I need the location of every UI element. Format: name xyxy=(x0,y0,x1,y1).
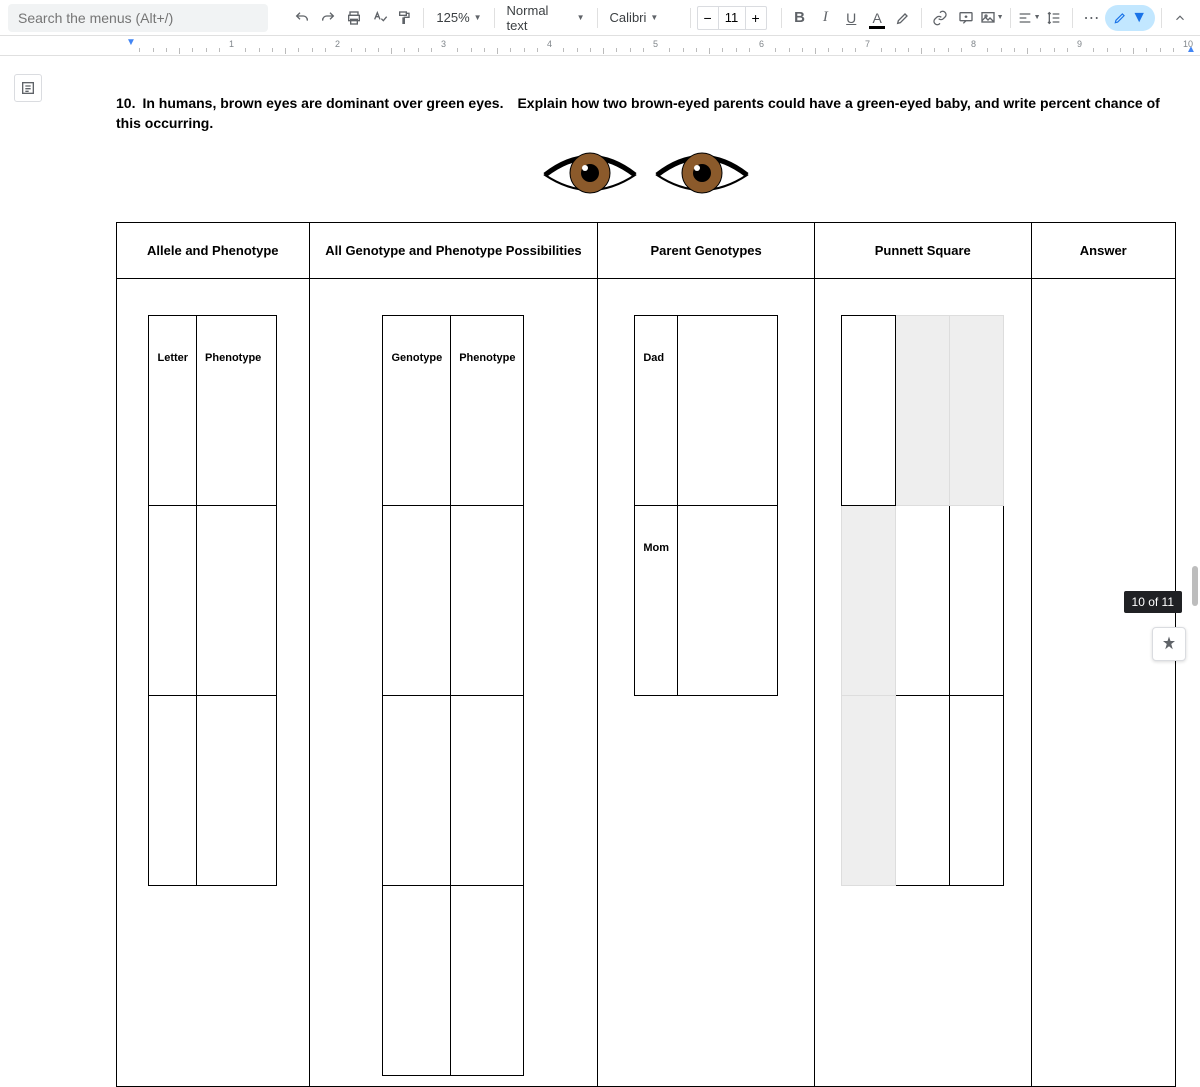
parent-dad-val[interactable] xyxy=(677,316,777,506)
p-top1[interactable] xyxy=(896,316,950,506)
paint-format-button[interactable] xyxy=(394,6,418,30)
geno-r1c1[interactable] xyxy=(383,506,451,696)
zoom-dropdown[interactable]: 125%▼ xyxy=(430,6,487,29)
ruler-number: 10 xyxy=(1183,39,1193,49)
font-size-value[interactable]: 11 xyxy=(718,7,746,29)
ruler-number: 3 xyxy=(441,39,446,49)
header-allele[interactable]: Allele and Phenotype xyxy=(117,223,310,279)
p-21[interactable] xyxy=(896,696,950,886)
insert-link-button[interactable] xyxy=(928,6,952,30)
geno-r1c2[interactable] xyxy=(451,506,524,696)
geno-table[interactable]: GenotypePhenotype xyxy=(382,315,524,1076)
bold-button[interactable]: B xyxy=(788,6,812,30)
text-color-button[interactable]: A xyxy=(865,6,889,30)
cell-allele[interactable]: LetterPhenotype xyxy=(117,279,310,1087)
eyes-image xyxy=(116,145,1176,206)
document-page: 10. In humans, brown eyes are dominant o… xyxy=(116,94,1176,1087)
ruler-number: 4 xyxy=(547,39,552,49)
header-parent[interactable]: Parent Genotypes xyxy=(598,223,815,279)
redo-button[interactable] xyxy=(316,6,340,30)
ruler-number: 8 xyxy=(971,39,976,49)
allele-r2c2[interactable] xyxy=(197,696,277,886)
cell-parent[interactable]: Dad Mom xyxy=(598,279,815,1087)
ruler: ▼ ▲ 12345678910 xyxy=(0,36,1200,56)
insert-image-button[interactable]: ▼ xyxy=(980,6,1004,30)
editing-mode-button[interactable]: ▼ xyxy=(1105,5,1155,31)
geno-r3c1[interactable] xyxy=(383,886,451,1076)
ruler-number: 5 xyxy=(653,39,658,49)
main-table[interactable]: Allele and Phenotype All Genotype and Ph… xyxy=(116,222,1176,1087)
left-sidebar xyxy=(0,56,56,675)
punnett-square[interactable] xyxy=(841,315,1004,886)
allele-table[interactable]: LetterPhenotype xyxy=(148,315,277,886)
ruler-number: 7 xyxy=(865,39,870,49)
cell-answer[interactable] xyxy=(1031,279,1175,1087)
line-spacing-button[interactable] xyxy=(1043,6,1067,30)
parent-dad-label[interactable]: Dad xyxy=(635,316,678,506)
eye-right-icon xyxy=(652,145,752,206)
ruler-number: 1 xyxy=(229,39,234,49)
workspace: 10. In humans, brown eyes are dominant o… xyxy=(0,56,1200,675)
explore-button[interactable] xyxy=(1152,627,1186,661)
p-12[interactable] xyxy=(950,506,1004,696)
eye-left-icon xyxy=(540,145,640,206)
allele-r1c1[interactable] xyxy=(149,506,197,696)
p-22[interactable] xyxy=(950,696,1004,886)
ruler-number: 9 xyxy=(1077,39,1082,49)
toolbar: 125%▼ Normal text▼ Calibri▼ − 11 + B I U… xyxy=(0,0,1200,36)
p-top2[interactable] xyxy=(950,316,1004,506)
underline-button[interactable]: U xyxy=(839,6,863,30)
font-size-increase[interactable]: + xyxy=(746,7,766,29)
print-button[interactable] xyxy=(342,6,366,30)
search-input[interactable] xyxy=(8,4,268,32)
ruler-number: 6 xyxy=(759,39,764,49)
parent-mom-label[interactable]: Mom xyxy=(635,506,678,696)
document-area[interactable]: 10. In humans, brown eyes are dominant o… xyxy=(56,56,1200,675)
header-all-geno[interactable]: All Genotype and Phenotype Possibilities xyxy=(309,223,598,279)
align-button[interactable]: ▼ xyxy=(1017,6,1041,30)
font-size-decrease[interactable]: − xyxy=(698,7,718,29)
highlight-button[interactable] xyxy=(891,6,915,30)
add-comment-button[interactable] xyxy=(954,6,978,30)
vertical-scrollbar[interactable] xyxy=(1190,56,1198,675)
parent-mom-val[interactable] xyxy=(677,506,777,696)
cell-geno[interactable]: GenotypePhenotype xyxy=(309,279,598,1087)
spellcheck-button[interactable] xyxy=(368,6,392,30)
geno-h1[interactable]: Genotype xyxy=(383,316,451,506)
geno-r2c1[interactable] xyxy=(383,696,451,886)
horizontal-ruler[interactable]: ▼ ▲ 12345678910 xyxy=(56,36,1200,55)
geno-h2[interactable]: Phenotype xyxy=(451,316,524,506)
geno-r3c2[interactable] xyxy=(451,886,524,1076)
p-11[interactable] xyxy=(896,506,950,696)
italic-button[interactable]: I xyxy=(813,6,837,30)
header-punnett[interactable]: Punnett Square xyxy=(814,223,1031,279)
more-button[interactable]: ⋯ xyxy=(1079,6,1103,30)
page-counter-badge: 10 of 11 xyxy=(1124,591,1182,613)
font-size-group: − 11 + xyxy=(697,6,767,30)
style-dropdown[interactable]: Normal text▼ xyxy=(501,0,591,37)
allele-r2c1[interactable] xyxy=(149,696,197,886)
allele-h2[interactable]: Phenotype xyxy=(197,316,277,506)
allele-h1[interactable]: Letter xyxy=(149,316,197,506)
scrollbar-thumb[interactable] xyxy=(1192,566,1198,606)
geno-r2c2[interactable] xyxy=(451,696,524,886)
document-outline-button[interactable] xyxy=(14,74,42,102)
collapse-toolbar-button[interactable] xyxy=(1168,6,1192,30)
header-answer[interactable]: Answer xyxy=(1031,223,1175,279)
allele-r1c2[interactable] xyxy=(197,506,277,696)
ruler-number: 2 xyxy=(335,39,340,49)
parent-table[interactable]: Dad Mom xyxy=(634,315,778,696)
cell-punnett[interactable] xyxy=(814,279,1031,1087)
font-dropdown[interactable]: Calibri▼ xyxy=(604,6,684,29)
question-text[interactable]: 10. In humans, brown eyes are dominant o… xyxy=(116,94,1176,133)
p-left2[interactable] xyxy=(842,696,896,886)
p-left1[interactable] xyxy=(842,506,896,696)
undo-button[interactable] xyxy=(290,6,314,30)
